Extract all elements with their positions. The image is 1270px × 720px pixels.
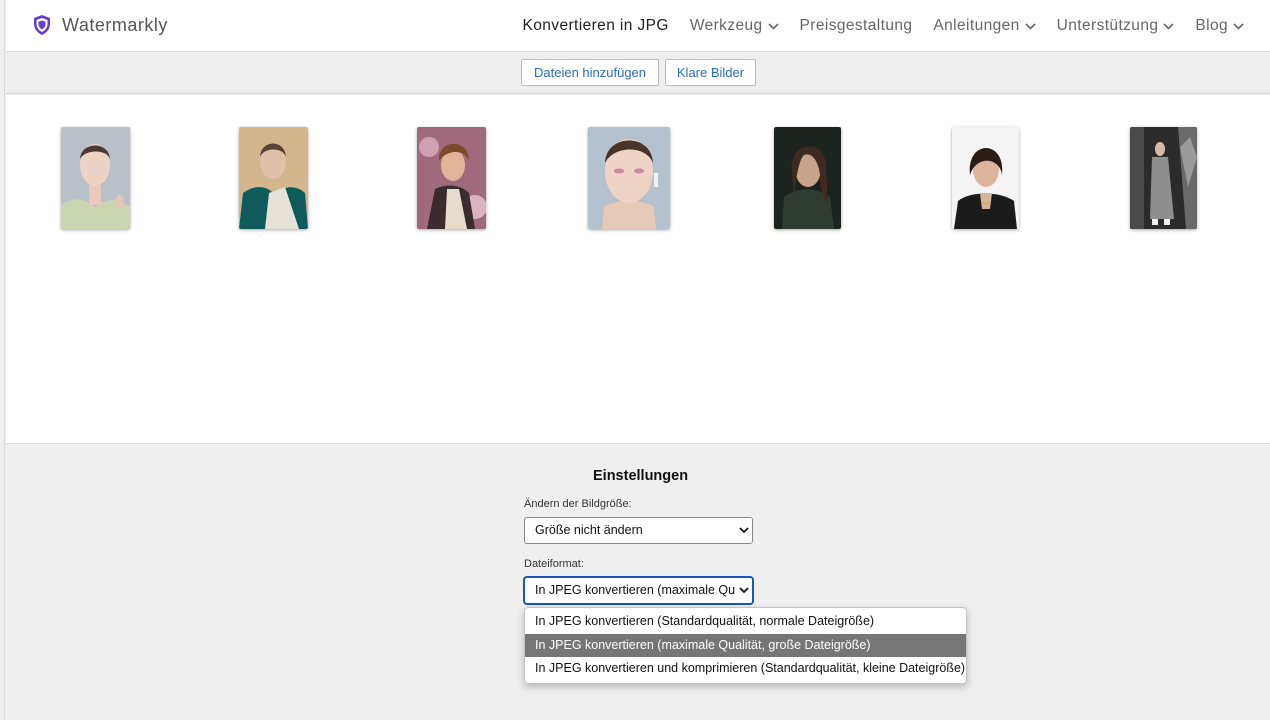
chevron-down-icon [1163,22,1174,30]
chevron-down-icon [767,22,779,30]
nav-item-label: Anleitungen [933,17,1020,34]
portrait-image [61,127,130,229]
image-thumbnail[interactable] [774,127,841,229]
settings-title: Einstellungen [593,468,689,484]
nav-item-guides[interactable]: Anleitungen [933,17,1036,35]
top-navbar: Watermarkly Konvertieren in JPG Werkzeug… [6,0,1270,52]
add-files-button[interactable]: Dateien hinzufügen [521,59,659,86]
nav-item-label: Preisgestaltung [799,17,913,34]
nav-item-convert-jpg[interactable]: Konvertieren in JPG [523,17,669,35]
nav-item-pricing[interactable]: Preisgestaltung [800,17,913,35]
image-thumbnail[interactable] [588,127,670,229]
image-gallery [6,95,1270,444]
nav-item-label: Unterstützung [1056,17,1159,34]
chevron-down-icon [1025,22,1036,30]
image-thumbnail[interactable] [952,127,1019,229]
resize-label: Ändern der Bildgröße: [524,498,632,510]
format-select[interactable]: In JPEG konvertieren (maximale Qua [524,577,753,604]
image-thumbnail[interactable] [1130,127,1197,229]
format-select-value: In JPEG konvertieren (maximale Qua [535,583,743,597]
nav-item-support[interactable]: Unterstützung [1057,17,1175,35]
file-toolbar: Dateien hinzufügen Klare Bilder [6,53,1270,94]
nav-item-label: Blog [1195,17,1228,34]
nav-item-tools[interactable]: Werkzeug [690,17,779,35]
main-nav: Konvertieren in JPG Werkzeug Preisgestal… [502,17,1244,35]
portrait-image [417,127,486,229]
shield-logo-icon [34,15,50,35]
chevron-down-icon [735,518,752,543]
format-option[interactable]: In JPEG konvertieren und komprimieren (S… [525,657,966,681]
image-thumbnail[interactable] [61,127,130,229]
brand-name: Watermarkly [62,14,168,35]
format-dropdown-list: In JPEG konvertieren (Standardqualität, … [524,607,967,684]
portrait-image [239,127,308,229]
format-label: Dateiformat: [524,558,584,570]
image-thumbnail[interactable] [239,127,308,229]
portrait-image [952,127,1019,229]
resize-select-value: Größe nicht ändern [535,523,643,537]
portrait-image [588,127,670,229]
clear-images-button[interactable]: Klare Bilder [665,59,756,86]
nav-item-blog[interactable]: Blog [1195,17,1244,35]
resize-select[interactable]: Größe nicht ändern [524,517,753,544]
image-thumbnail[interactable] [417,127,486,229]
chevron-down-icon [735,578,752,603]
window-left-edge [0,0,5,720]
portrait-image [1130,127,1197,229]
nav-item-label: Konvertieren in JPG [522,17,669,34]
format-option[interactable]: In JPEG konvertieren (Standardqualität, … [525,610,966,634]
format-option-selected[interactable]: In JPEG konvertieren (maximale Qualität,… [525,633,966,657]
chevron-down-icon [1233,22,1244,30]
portrait-image [774,127,841,229]
nav-item-label: Werkzeug [689,17,763,34]
brand[interactable]: Watermarkly [32,14,168,36]
